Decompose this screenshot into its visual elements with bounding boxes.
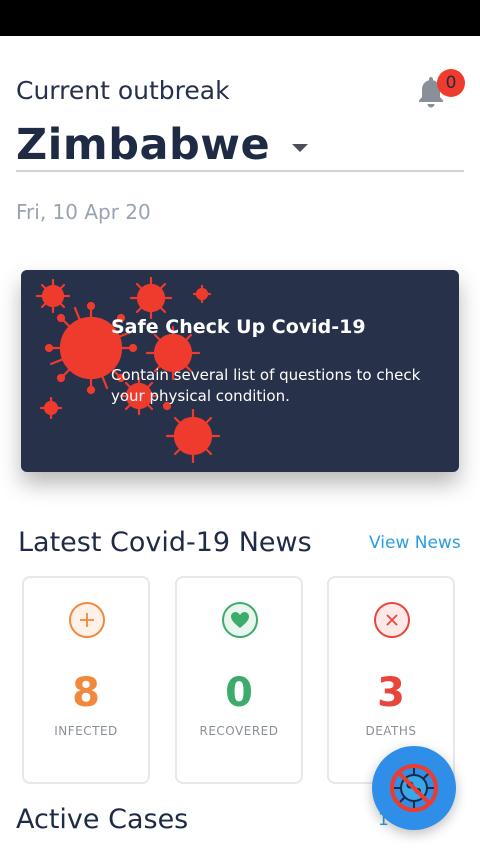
infected-label: INFECTED bbox=[54, 724, 118, 738]
active-cases-title: Active Cases bbox=[16, 804, 189, 835]
chevron-down-icon bbox=[292, 144, 308, 152]
country-dropdown[interactable]: Zimbabwe bbox=[16, 118, 464, 172]
recovered-count: 0 bbox=[225, 670, 253, 716]
infected-stat-card: 8 INFECTED bbox=[22, 576, 150, 784]
date-label: Fri, 10 Apr 20 bbox=[16, 200, 151, 224]
close-icon bbox=[374, 602, 410, 638]
deaths-label: DEATHS bbox=[365, 724, 417, 738]
news-section-title: Latest Covid-19 News bbox=[18, 527, 312, 558]
recovered-stat-card: 0 RECOVERED bbox=[175, 576, 303, 784]
country-name: Zimbabwe bbox=[16, 120, 271, 170]
status-bar bbox=[0, 0, 480, 36]
infected-count: 8 bbox=[72, 670, 100, 716]
no-virus-icon bbox=[390, 764, 438, 812]
recovered-label: RECOVERED bbox=[199, 724, 279, 738]
view-news-link[interactable]: View News bbox=[369, 533, 461, 553]
deaths-count: 3 bbox=[377, 670, 405, 716]
virus-fab-button[interactable] bbox=[372, 746, 456, 830]
card-title: Safe Check Up Covid-19 bbox=[111, 316, 366, 338]
plus-icon bbox=[69, 602, 105, 638]
card-description: Contain several list of questions to che… bbox=[111, 366, 421, 405]
notification-badge: 0 bbox=[437, 69, 465, 97]
safe-checkup-card[interactable]: Safe Check Up Covid-19 Contain several l… bbox=[21, 270, 459, 472]
outbreak-label: Current outbreak bbox=[16, 76, 230, 105]
heart-icon bbox=[222, 602, 258, 638]
